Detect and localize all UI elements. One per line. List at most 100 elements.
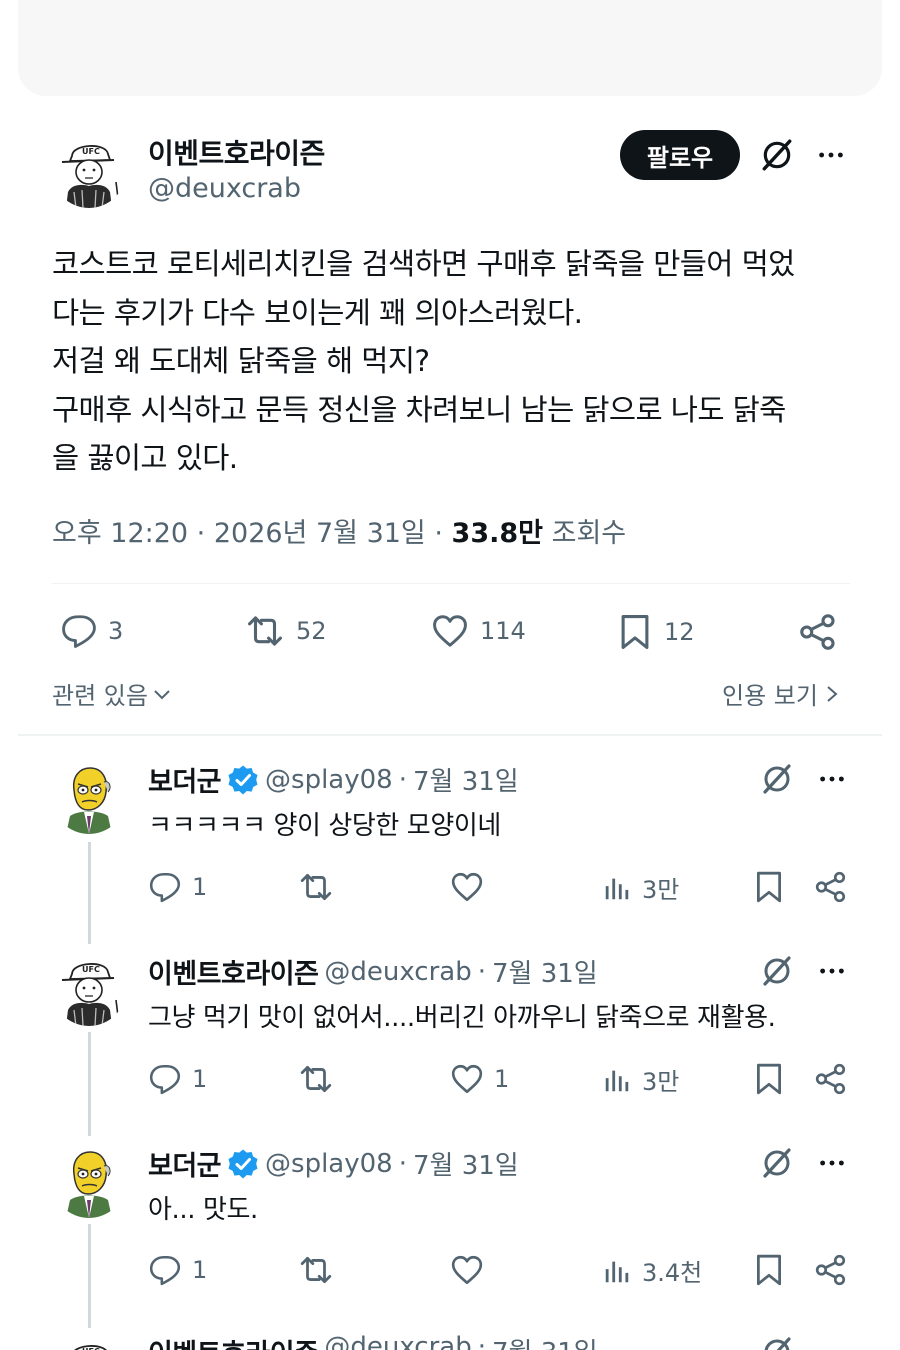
reply-count: 1 bbox=[192, 1256, 208, 1284]
reply-author-handle[interactable]: @deuxcrab bbox=[324, 957, 471, 987]
reply-button[interactable]: 1 bbox=[148, 870, 207, 904]
bookmark-button[interactable] bbox=[752, 1253, 786, 1287]
more-icon[interactable] bbox=[816, 956, 848, 986]
grok-icon[interactable] bbox=[760, 1146, 794, 1180]
views-count: 3만 bbox=[642, 876, 680, 904]
meta-separator: · bbox=[398, 1148, 407, 1179]
views-button[interactable]: 3만 bbox=[602, 1062, 679, 1097]
author-handle[interactable]: @deuxcrab bbox=[148, 173, 301, 204]
share-button[interactable] bbox=[814, 1253, 848, 1287]
like-icon bbox=[450, 1062, 484, 1096]
share-button[interactable] bbox=[798, 612, 838, 652]
repost-icon bbox=[298, 1062, 334, 1096]
bookmark-button[interactable] bbox=[752, 870, 786, 904]
reply-button[interactable]: 3 bbox=[60, 612, 123, 650]
thread-connector bbox=[88, 1032, 91, 1136]
follow-button[interactable]: 팔로우 bbox=[620, 130, 740, 180]
chevron-right-icon bbox=[827, 685, 838, 702]
reply-button[interactable]: 1 bbox=[148, 1253, 207, 1287]
repost-button[interactable] bbox=[298, 870, 334, 904]
views-button[interactable]: 3.4천 bbox=[602, 1253, 702, 1288]
bookmark-icon bbox=[752, 870, 786, 904]
reply-header: 이벤트호라이즌 @deuxcrab · 7월 31일 bbox=[148, 1332, 598, 1350]
reply-author-handle[interactable]: @splay08 bbox=[265, 1149, 393, 1179]
avatar[interactable] bbox=[52, 134, 126, 208]
bookmark-icon bbox=[752, 1253, 786, 1287]
view-quotes-link[interactable]: 인용 보기 bbox=[722, 676, 840, 711]
like-button[interactable] bbox=[450, 870, 484, 904]
tweet-time[interactable]: 오후 12:20 bbox=[52, 518, 188, 549]
like-button[interactable]: 1 bbox=[450, 1062, 509, 1096]
reply-date[interactable]: 7월 31일 bbox=[492, 1332, 598, 1350]
avatar[interactable] bbox=[52, 1334, 126, 1350]
views-icon bbox=[602, 872, 632, 904]
reply-count: 3 bbox=[108, 617, 124, 645]
repost-button[interactable] bbox=[298, 1062, 334, 1096]
repost-button[interactable]: 52 bbox=[244, 612, 327, 650]
like-button[interactable] bbox=[450, 1253, 484, 1287]
reply-author-name[interactable]: 이벤트호라이즌 bbox=[148, 1332, 319, 1350]
thread-connector bbox=[88, 1224, 91, 1328]
reply-date[interactable]: 7월 31일 bbox=[492, 953, 598, 990]
author-name[interactable]: 이벤트호라이즌 bbox=[148, 132, 325, 172]
like-button[interactable]: 114 bbox=[430, 612, 526, 650]
views-icon bbox=[602, 1064, 632, 1096]
meta-separator: · bbox=[196, 518, 214, 549]
views-label: 조회수 bbox=[551, 518, 627, 549]
reply-count: 1 bbox=[192, 873, 208, 901]
more-icon[interactable] bbox=[814, 140, 848, 170]
reply-icon bbox=[148, 1062, 182, 1096]
verified-icon bbox=[227, 764, 259, 796]
repost-icon bbox=[298, 870, 334, 904]
reply-header: 보더군 @splay08 · 7월 31일 bbox=[148, 760, 519, 799]
avatar[interactable] bbox=[52, 1144, 126, 1218]
chevron-down-icon bbox=[154, 689, 170, 699]
meta-separator: · bbox=[434, 518, 452, 549]
more-icon[interactable] bbox=[816, 1148, 848, 1178]
reply-button[interactable]: 1 bbox=[148, 1062, 207, 1096]
reply-author-handle[interactable]: @splay08 bbox=[265, 765, 393, 795]
views-button[interactable]: 3만 bbox=[602, 870, 679, 905]
share-icon bbox=[798, 612, 838, 652]
avatar[interactable] bbox=[52, 760, 126, 834]
views-count: 3.4천 bbox=[642, 1259, 703, 1287]
meta-separator: · bbox=[477, 1332, 486, 1350]
meta-separator: · bbox=[398, 764, 407, 795]
repost-button[interactable] bbox=[298, 1253, 334, 1287]
bookmark-icon bbox=[616, 612, 654, 652]
divider bbox=[52, 583, 850, 584]
reply-author-name[interactable]: 보더군 bbox=[148, 760, 222, 799]
tweet-line: 다는 후기가 다수 보이는게 꽤 의아스러웠다. bbox=[52, 295, 583, 330]
reply-icon bbox=[148, 1253, 182, 1287]
reply-date[interactable]: 7월 31일 bbox=[413, 761, 519, 798]
bookmark-icon bbox=[752, 1062, 786, 1096]
like-icon bbox=[430, 612, 470, 650]
bookmark-button[interactable] bbox=[752, 1062, 786, 1096]
related-label: 관련 있음 bbox=[52, 682, 148, 710]
reply-author-handle[interactable]: @deuxcrab bbox=[324, 1332, 471, 1350]
reply-header: 이벤트호라이즌 @deuxcrab · 7월 31일 bbox=[148, 952, 598, 991]
related-toggle[interactable]: 관련 있음 bbox=[52, 676, 172, 711]
tweet-line: 구매후 시식하고 문득 정신을 차려보니 남는 닭으로 나도 닭죽 bbox=[52, 392, 786, 427]
tweet-line: 코스트코 로티세리치킨을 검색하면 구매후 닭죽을 만들어 먹었 bbox=[52, 247, 795, 281]
share-icon bbox=[814, 870, 848, 904]
grok-icon[interactable] bbox=[760, 954, 794, 988]
reply-author-name[interactable]: 이벤트호라이즌 bbox=[148, 952, 319, 991]
previous-content-strip bbox=[18, 0, 882, 96]
grok-icon[interactable] bbox=[758, 138, 796, 172]
bookmark-button[interactable]: 12 bbox=[616, 612, 695, 652]
bookmark-count: 12 bbox=[664, 618, 695, 646]
reply-author-name[interactable]: 보더군 bbox=[148, 1144, 222, 1183]
reply-text: 아... 맛도. bbox=[148, 1195, 258, 1225]
grok-icon[interactable] bbox=[760, 762, 794, 796]
share-button[interactable] bbox=[814, 870, 848, 904]
repost-count: 52 bbox=[296, 617, 327, 645]
like-icon bbox=[450, 870, 484, 904]
more-icon[interactable] bbox=[816, 764, 848, 794]
share-button[interactable] bbox=[814, 1062, 848, 1096]
grok-icon[interactable] bbox=[760, 1336, 794, 1350]
reply-date[interactable]: 7월 31일 bbox=[413, 1145, 519, 1182]
avatar[interactable] bbox=[52, 952, 126, 1026]
tweet-date[interactable]: 2026년 7월 31일 bbox=[214, 518, 426, 549]
like-count: 1 bbox=[494, 1065, 510, 1093]
